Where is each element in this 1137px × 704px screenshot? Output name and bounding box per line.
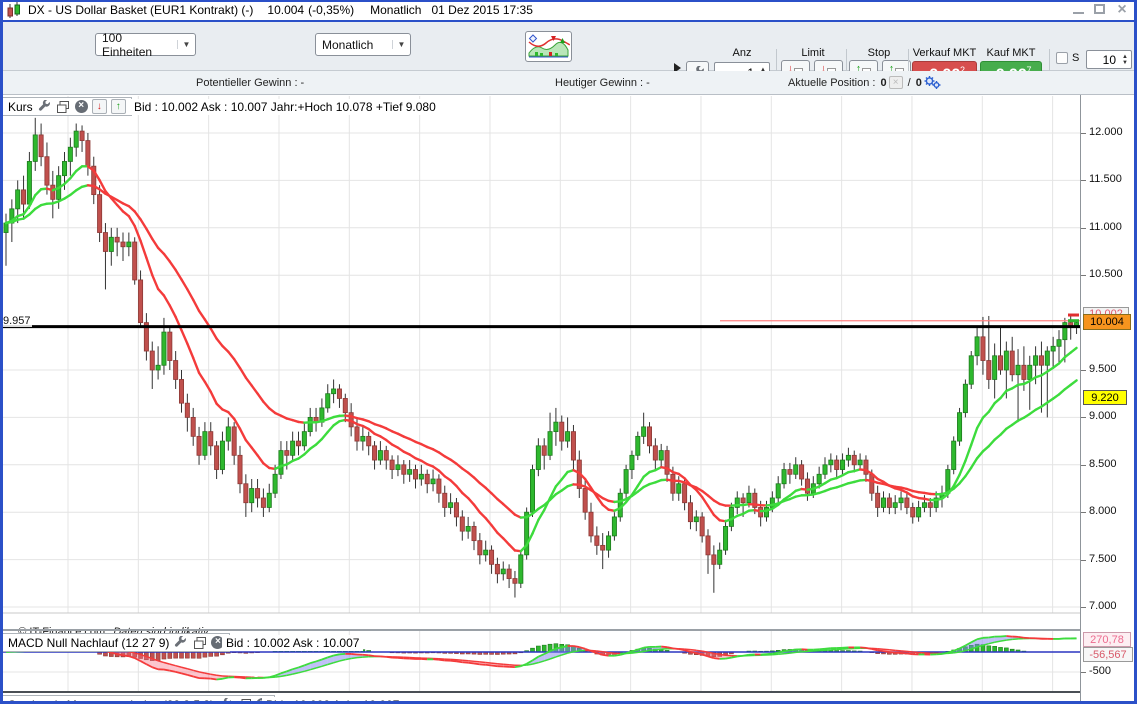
- instrument-title: DX - US Dollar Basket (EUR1 Kontrakt) (-…: [28, 3, 253, 17]
- macd-panel-header: MACD Null Nachlauf (12 27 9) ×: [2, 633, 230, 652]
- panel-separator[interactable]: [0, 691, 1080, 693]
- panel-separator[interactable]: [0, 629, 1080, 631]
- price-alert-marker: 9.220: [1083, 390, 1127, 405]
- position-separator: /: [905, 77, 914, 89]
- current-position-group: Aktuelle Position : 0 × / 0: [788, 75, 941, 90]
- axis-tickmark: [1081, 417, 1086, 418]
- price-panel-header: Kurs × ↓ ↑: [2, 97, 132, 116]
- maximize-button[interactable]: [1094, 4, 1105, 14]
- buy-arrow-button[interactable]: ↑: [111, 99, 126, 114]
- macd-signal-marker: -56,567: [1083, 647, 1133, 662]
- price-level-label: 9.957: [2, 315, 32, 327]
- panel-settings-button[interactable]: [173, 635, 188, 650]
- mini-chart-icon: [527, 33, 570, 60]
- title-timeframe: Monatlich: [370, 3, 421, 17]
- price-axis[interactable]: 10.002 10.004 9.220 270,78 -56,567 -500 …: [1080, 95, 1134, 704]
- axis-tick-label: 9.000: [1089, 410, 1117, 422]
- limit-label: Limit: [782, 47, 844, 59]
- position-open-value: 0: [881, 77, 887, 89]
- close-position-disabled-icon: ×: [889, 76, 903, 89]
- minimize-button[interactable]: [1073, 4, 1084, 14]
- panel-close-button[interactable]: ×: [75, 100, 88, 113]
- timeframe-dropdown-value: Monatlich: [316, 38, 392, 52]
- gears-settings-icon[interactable]: [924, 75, 941, 90]
- position-label: Aktuelle Position :: [788, 77, 879, 89]
- axis-tickmark: [1081, 275, 1086, 276]
- axis-tick-label: 11.500: [1089, 173, 1122, 185]
- macd-value-marker: 270,78: [1083, 632, 1131, 647]
- main-chart-canvas[interactable]: [0, 95, 1080, 631]
- stoch-panel-header: Stochastic Momentum Index (22 3 5 3) ×: [2, 695, 275, 704]
- stop-loss-value: 10: [1087, 53, 1119, 67]
- axis-tick-label: 11.000: [1089, 221, 1122, 233]
- sell-arrow-button[interactable]: ↓: [92, 99, 107, 114]
- axis-tick-label: 7.000: [1089, 600, 1117, 612]
- units-dropdown[interactable]: 100 Einheiten ▼: [95, 33, 196, 56]
- units-dropdown-value: 100 Einheiten: [96, 31, 177, 59]
- wrench-icon: [219, 698, 232, 704]
- today-gain-label: Heutiger Gewinn : -: [555, 77, 650, 89]
- axis-tickmark: [1081, 180, 1086, 181]
- stop-loss-stepper[interactable]: 10 ▲▼: [1086, 50, 1132, 69]
- wrench-icon: [38, 100, 51, 113]
- title-datetime: 01 Dez 2015 17:35: [431, 3, 532, 17]
- panel-detach-button[interactable]: [56, 99, 71, 114]
- stop-loss-checkbox[interactable]: [1056, 52, 1068, 64]
- anz-label: Anz: [714, 47, 770, 59]
- stoch-panel-title: Stochastic Momentum Index (22 3 5 3): [8, 698, 214, 704]
- axis-tickmark: [1081, 512, 1086, 513]
- info-row: Potentieller Gewinn : - Heutiger Gewinn …: [0, 71, 1137, 95]
- macd-axis-tickmark: [1081, 672, 1086, 673]
- axis-tick-label: 7.500: [1089, 553, 1117, 565]
- app-window: DX - US Dollar Basket (EUR1 Kontrakt) (-…: [0, 0, 1137, 704]
- toolbar: 100 Einheiten ▼ Monatlich ▼: [0, 22, 1137, 71]
- chart-type-button[interactable]: [525, 31, 572, 62]
- axis-tickmark: [1081, 228, 1086, 229]
- macd-quote-text: Bid : 10.002 Ask : 10.007: [222, 635, 363, 651]
- panel-detach-button[interactable]: [237, 697, 252, 704]
- last-price-marker: 10.004: [1083, 314, 1131, 330]
- candlestick-app-icon: [6, 2, 22, 19]
- axis-tickmark: [1081, 370, 1086, 371]
- sell-mkt-label: Verkauf MKT: [912, 47, 977, 59]
- window-icon: [238, 698, 252, 704]
- position-pending-value: 0: [916, 77, 922, 89]
- title-last-price: 10.004: [267, 3, 304, 17]
- axis-tick-label: 10.500: [1089, 268, 1123, 280]
- chevron-down-icon: ▼: [392, 40, 410, 49]
- window-icon: [193, 636, 207, 650]
- axis-tick-label: 9.500: [1089, 363, 1117, 375]
- stop-label: Stop: [850, 47, 908, 59]
- panel-settings-button[interactable]: [37, 99, 52, 114]
- window-icon: [56, 100, 70, 114]
- axis-tick-label: 8.000: [1089, 505, 1117, 517]
- axis-tickmark: [1081, 133, 1086, 134]
- chevron-down-icon: ▼: [177, 40, 195, 49]
- axis-tickmark: [1081, 465, 1086, 466]
- timeframe-dropdown[interactable]: Monatlich ▼: [315, 33, 411, 56]
- axis-tick-label: 8.500: [1089, 458, 1117, 470]
- title-change-percent: (-0,35%): [308, 3, 354, 17]
- axis-tick-label: 12.000: [1089, 126, 1123, 138]
- wrench-icon: [174, 636, 187, 649]
- close-button[interactable]: ×: [1115, 2, 1129, 16]
- macd-axis-tick: -500: [1089, 665, 1111, 677]
- panel-detach-button[interactable]: [192, 635, 207, 650]
- title-bar: DX - US Dollar Basket (EUR1 Kontrakt) (-…: [0, 0, 1137, 22]
- stepper-down-icon: ▼: [1122, 60, 1128, 66]
- panel-settings-button[interactable]: [218, 697, 233, 704]
- buy-mkt-label: Kauf MKT: [980, 47, 1042, 59]
- axis-tickmark: [1081, 607, 1086, 608]
- stoch-quote-text: Bid : 10.002 Ask : 10.007: [262, 697, 403, 704]
- axis-tickmark: [1081, 560, 1086, 561]
- price-panel-title: Kurs: [8, 100, 33, 114]
- potential-gain-label: Potentieller Gewinn : -: [196, 77, 304, 89]
- macd-panel-title: MACD Null Nachlauf (12 27 9): [8, 636, 169, 650]
- price-quote-text: Bid : 10.002 Ask : 10.007 Jahr:+Hoch 10.…: [130, 99, 440, 115]
- stop-loss-checkbox-label: S: [1072, 52, 1079, 64]
